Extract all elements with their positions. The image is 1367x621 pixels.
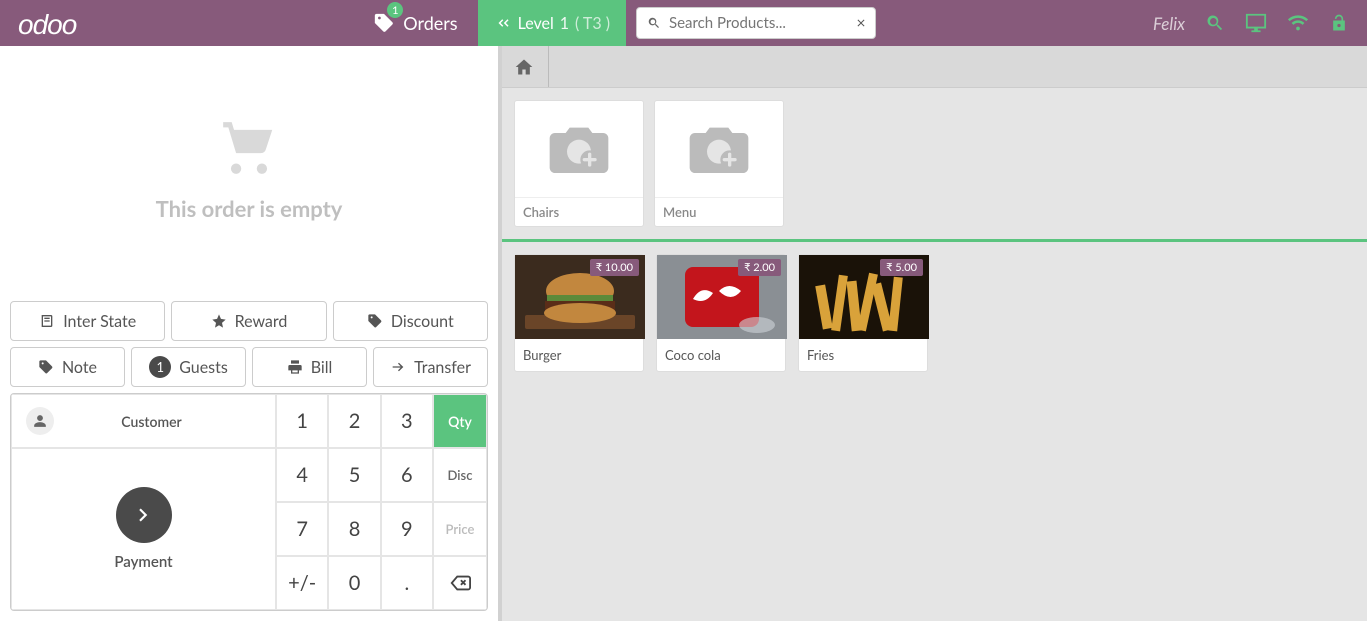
product-price: ₹ 2.00 xyxy=(738,259,781,276)
product-name: Burger xyxy=(515,339,643,371)
price-mode-button[interactable]: Price xyxy=(433,502,487,556)
category-tile[interactable]: Menu xyxy=(654,100,784,227)
category-placeholder-icon xyxy=(515,101,643,197)
empty-order-text: This order is empty xyxy=(156,195,343,222)
products-row: ₹ 10.00 Burger ₹ 2.00 Coco cola ₹ 5.00 Fries xyxy=(502,242,1367,384)
level-prefix: Level xyxy=(518,14,554,33)
product-tile[interactable]: ₹ 2.00 Coco cola xyxy=(656,254,786,372)
transfer-button[interactable]: Transfer xyxy=(373,347,488,387)
chevron-double-left-icon xyxy=(494,14,512,32)
wifi-icon[interactable] xyxy=(1287,12,1309,34)
cart-icon xyxy=(214,117,284,179)
inter-state-button[interactable]: Inter State xyxy=(10,301,165,341)
customer-button[interactable]: Customer xyxy=(11,394,276,448)
level-table: ( T3 ) xyxy=(575,14,610,33)
search-icon-2[interactable] xyxy=(1205,13,1225,33)
user-icon xyxy=(26,407,54,435)
topbar: odoo 1 Orders Level 1 ( T3 ) Felix xyxy=(0,0,1367,46)
logo[interactable]: odoo xyxy=(0,6,94,41)
numpad-3[interactable]: 3 xyxy=(381,394,433,448)
category-label: Chairs xyxy=(515,197,643,226)
search-icon xyxy=(647,16,661,30)
orders-button[interactable]: 1 Orders xyxy=(353,0,477,46)
category-label: Menu xyxy=(655,197,783,226)
category-placeholder-icon xyxy=(655,101,783,197)
arrow-right-icon xyxy=(390,359,406,375)
username[interactable]: Felix xyxy=(1153,13,1185,34)
numpad-1[interactable]: 1 xyxy=(276,394,328,448)
numpad-4[interactable]: 4 xyxy=(276,448,328,502)
product-price: ₹ 5.00 xyxy=(880,259,923,276)
numpad-0[interactable]: 0 xyxy=(328,556,380,610)
tag-icon xyxy=(367,313,383,329)
search-box[interactable] xyxy=(636,7,876,39)
product-tile[interactable]: ₹ 5.00 Fries xyxy=(798,254,928,372)
tag-icon xyxy=(38,359,54,375)
discount-button[interactable]: Discount xyxy=(333,301,488,341)
numpad-plusminus[interactable]: +/- xyxy=(276,556,328,610)
search-clear-icon[interactable] xyxy=(855,17,867,29)
breadcrumb xyxy=(502,46,1367,88)
numpad: Customer 1 2 3 Qty Payment 4 5 6 Disc 7 … xyxy=(10,393,488,611)
product-name: Fries xyxy=(799,339,927,371)
orders-count-badge: 1 xyxy=(387,2,403,18)
payment-button[interactable]: Payment xyxy=(11,448,276,610)
numpad-2[interactable]: 2 xyxy=(328,394,380,448)
disc-mode-button[interactable]: Disc xyxy=(433,448,487,502)
product-tile[interactable]: ₹ 10.00 Burger xyxy=(514,254,644,372)
chevron-right-icon xyxy=(116,487,172,543)
qty-mode-button[interactable]: Qty xyxy=(433,394,487,448)
guests-button[interactable]: 1 Guests xyxy=(131,347,246,387)
backspace-icon xyxy=(449,572,471,594)
order-pane: This order is empty Inter State Reward D… xyxy=(0,46,502,621)
bill-button[interactable]: Bill xyxy=(252,347,367,387)
print-icon xyxy=(287,359,303,375)
reward-button[interactable]: Reward xyxy=(171,301,326,341)
numpad-8[interactable]: 8 xyxy=(328,502,380,556)
guests-count: 1 xyxy=(149,356,171,378)
price-tag-icon: 1 xyxy=(373,12,395,34)
home-icon[interactable] xyxy=(514,46,549,87)
numpad-dot[interactable]: . xyxy=(381,556,433,610)
star-icon xyxy=(211,313,227,329)
product-price: ₹ 10.00 xyxy=(590,259,639,276)
book-icon xyxy=(39,313,55,329)
category-tile[interactable]: Chairs xyxy=(514,100,644,227)
numpad-7[interactable]: 7 xyxy=(276,502,328,556)
monitor-icon[interactable] xyxy=(1245,12,1267,34)
note-button[interactable]: Note xyxy=(10,347,125,387)
product-pane: ChairsMenu ₹ 10.00Burger₹ 2.00Coco cola₹… xyxy=(502,46,1367,621)
unlock-icon[interactable] xyxy=(1329,13,1349,33)
product-name: Coco cola xyxy=(657,339,785,371)
backspace-button[interactable] xyxy=(433,556,487,610)
orders-label: Orders xyxy=(403,12,457,34)
categories-row: Chairs Menu xyxy=(502,88,1367,242)
order-summary: This order is empty xyxy=(0,46,498,293)
level-button[interactable]: Level 1 ( T3 ) xyxy=(478,0,626,46)
level-number: 1 xyxy=(560,14,569,33)
numpad-9[interactable]: 9 xyxy=(381,502,433,556)
search-input[interactable] xyxy=(669,14,855,32)
numpad-5[interactable]: 5 xyxy=(328,448,380,502)
numpad-6[interactable]: 6 xyxy=(381,448,433,502)
